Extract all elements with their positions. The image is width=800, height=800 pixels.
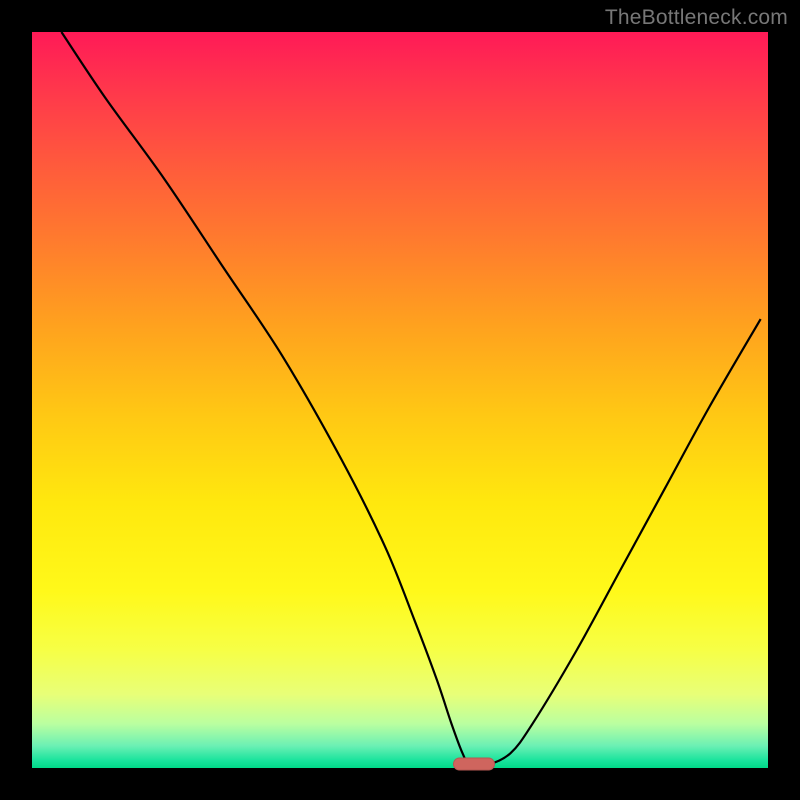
bottleneck-curve xyxy=(32,32,768,768)
curve-path xyxy=(61,32,760,766)
plot-area xyxy=(32,32,768,768)
optimal-point-marker xyxy=(453,758,495,771)
watermark-text: TheBottleneck.com xyxy=(605,6,788,30)
chart-frame: TheBottleneck.com xyxy=(0,0,800,800)
